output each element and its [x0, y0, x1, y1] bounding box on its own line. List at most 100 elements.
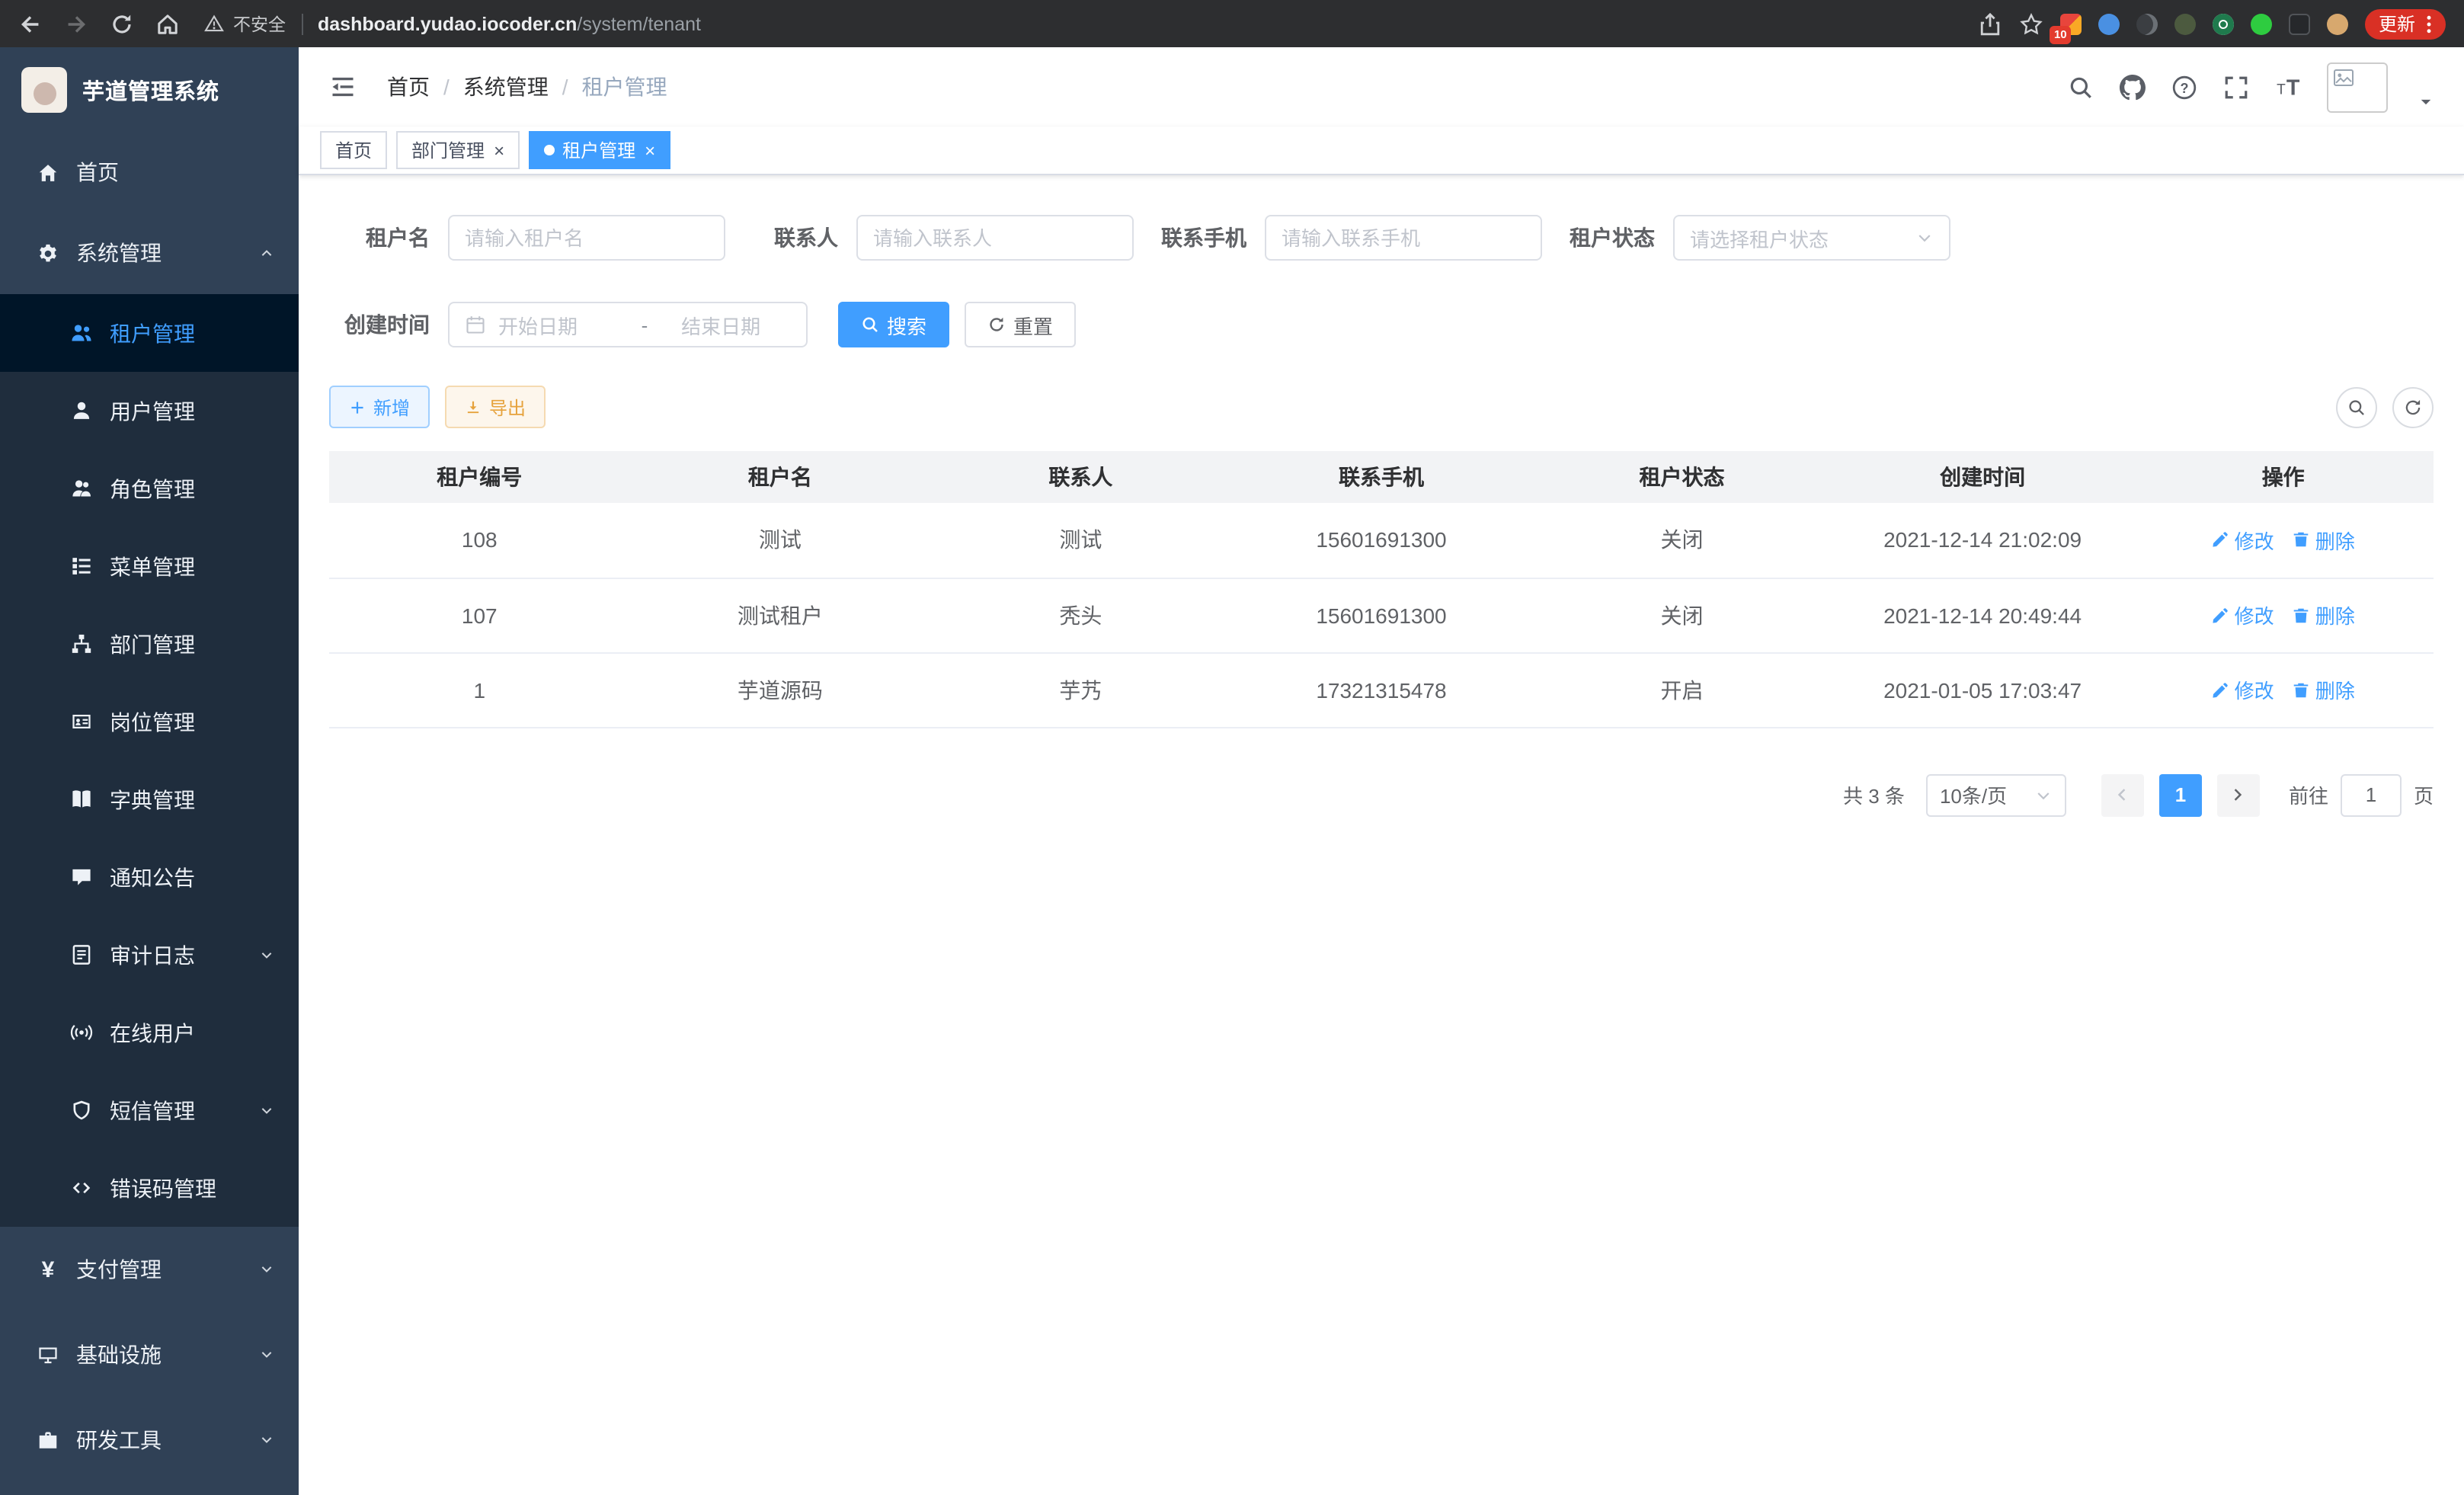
- contact-label: 联系人: [738, 222, 838, 253]
- phone-input[interactable]: [1282, 226, 1525, 249]
- delete-link[interactable]: 删除: [2293, 675, 2355, 704]
- goto-page-input[interactable]: [2341, 773, 2402, 816]
- sidebar-item-error-codes[interactable]: 错误码管理: [0, 1149, 299, 1227]
- close-icon[interactable]: ×: [494, 141, 504, 159]
- page-size-select[interactable]: 10条/页: [1926, 773, 2066, 816]
- share-icon[interactable]: [1978, 11, 2002, 36]
- sidebar-item-online-users[interactable]: 在线用户: [0, 994, 299, 1071]
- extension-icon[interactable]: [2098, 13, 2120, 34]
- id-card-icon: [70, 710, 93, 733]
- svg-text:T: T: [2277, 82, 2286, 98]
- table-row: 107 测试租户 秃头 15601691300 关闭 2021-12-14 20…: [329, 578, 2434, 652]
- url-domain: dashboard.yudao.iocoder.cn: [318, 13, 577, 34]
- refresh-icon[interactable]: [110, 11, 134, 36]
- cell-status: 关闭: [1531, 503, 1832, 578]
- download-icon: [465, 399, 482, 415]
- page-number-current[interactable]: 1: [2159, 773, 2202, 816]
- security-label: 不安全: [233, 11, 286, 36]
- sidebar-item-notices[interactable]: 通知公告: [0, 838, 299, 916]
- extension-icon[interactable]: [2136, 13, 2158, 34]
- avatar[interactable]: [2327, 62, 2388, 112]
- forward-icon[interactable]: [64, 11, 88, 36]
- app-logo[interactable]: 芋道管理系统: [0, 47, 299, 133]
- breadcrumb-home[interactable]: 首页: [387, 72, 430, 102]
- screen: 不安全 dashboard.yudao.iocoder.cn/system/te…: [0, 0, 2464, 1495]
- signal-icon: [70, 1021, 93, 1044]
- status-select[interactable]: 请选择租户状态: [1673, 215, 1950, 261]
- edit-link[interactable]: 修改: [2212, 526, 2274, 555]
- status-label: 租户状态: [1554, 222, 1655, 253]
- tenant-name-input[interactable]: [465, 226, 709, 249]
- sidebar-item-roles[interactable]: 角色管理: [0, 450, 299, 527]
- column-header: 租户编号: [329, 451, 630, 503]
- extension-icon[interactable]: [2251, 13, 2272, 34]
- extension-icon[interactable]: [2213, 13, 2234, 34]
- extension-icon[interactable]: [2174, 13, 2196, 34]
- tab-home[interactable]: 首页: [320, 131, 387, 169]
- refresh-table-button[interactable]: [2392, 386, 2434, 427]
- add-button-label: 新增: [373, 394, 410, 420]
- delete-link[interactable]: 删除: [2293, 526, 2355, 555]
- bookmark-star-icon[interactable]: [2019, 11, 2043, 36]
- sidebar-item-tenant[interactable]: 租户管理: [0, 294, 299, 372]
- sidebar-item-sms[interactable]: 短信管理: [0, 1071, 299, 1149]
- pencil-icon: [2212, 680, 2230, 699]
- sidebar-item-system[interactable]: 系统管理: [0, 212, 299, 294]
- cell-contact: 秃头: [930, 578, 1231, 652]
- breadcrumb-system[interactable]: 系统管理: [463, 72, 549, 102]
- tenant-users-icon: [70, 322, 93, 344]
- edit-link[interactable]: 修改: [2212, 675, 2274, 704]
- chevron-down-icon: [259, 947, 274, 962]
- search-button[interactable]: 搜索: [838, 302, 949, 347]
- contact-input[interactable]: [873, 226, 1117, 249]
- home-icon[interactable]: [155, 11, 180, 36]
- close-icon[interactable]: ×: [645, 141, 655, 159]
- sidebar-item-dictionary[interactable]: 字典管理: [0, 760, 299, 838]
- extension-icon[interactable]: [2289, 13, 2310, 34]
- sidebar-item-home[interactable]: 首页: [0, 133, 299, 212]
- tenant-name-label: 租户名: [329, 222, 430, 253]
- fullscreen-icon[interactable]: [2223, 74, 2249, 100]
- sidebar-item-posts[interactable]: 岗位管理: [0, 683, 299, 760]
- sidebar-item-payments[interactable]: ¥ 支付管理: [0, 1227, 299, 1312]
- extension-icon[interactable]: 10: [2060, 13, 2082, 34]
- edit-link[interactable]: 修改: [2212, 600, 2274, 629]
- cell-created: 2021-12-14 21:02:09: [1832, 503, 2133, 578]
- sidebar-item-label: 部门管理: [110, 629, 195, 659]
- sidebar-item-menus[interactable]: 菜单管理: [0, 527, 299, 605]
- next-page-button[interactable]: [2217, 773, 2260, 816]
- profile-avatar[interactable]: [2327, 13, 2348, 34]
- sidebar-item-dev-tools[interactable]: 研发工具: [0, 1397, 299, 1483]
- svg-text:?: ?: [2180, 80, 2188, 95]
- date-range-picker[interactable]: 开始日期 - 结束日期: [448, 302, 808, 347]
- sidebar-item-audit-log[interactable]: 审计日志: [0, 916, 299, 994]
- shield-icon: [70, 1099, 93, 1122]
- delete-link[interactable]: 删除: [2293, 600, 2355, 629]
- tab-departments[interactable]: 部门管理 ×: [396, 131, 520, 169]
- help-icon[interactable]: ?: [2171, 74, 2197, 100]
- add-button[interactable]: 新增: [329, 386, 430, 428]
- sidebar-item-label: 字典管理: [110, 784, 195, 815]
- tags-view: 首页 部门管理 × 租户管理 ×: [299, 126, 2464, 175]
- sidebar-item-departments[interactable]: 部门管理: [0, 605, 299, 683]
- caret-down-icon[interactable]: [2418, 94, 2434, 109]
- security-warning[interactable]: 不安全: [204, 11, 286, 36]
- toggle-search-button[interactable]: [2336, 386, 2377, 427]
- export-button[interactable]: 导出: [445, 386, 546, 428]
- extension-badge: 10: [2050, 26, 2072, 43]
- url-path: /system/tenant: [577, 13, 701, 34]
- chrome-update-button[interactable]: 更新: [2365, 8, 2446, 39]
- github-icon[interactable]: [2120, 74, 2146, 100]
- reset-button[interactable]: 重置: [965, 302, 1076, 347]
- sidebar-toggle-icon[interactable]: [329, 73, 357, 101]
- font-size-icon[interactable]: TT: [2275, 74, 2301, 100]
- url-bar[interactable]: dashboard.yudao.iocoder.cn/system/tenant: [318, 13, 701, 34]
- sidebar-item-label: 研发工具: [76, 1425, 162, 1455]
- cell-created: 2021-12-14 20:49:44: [1832, 578, 2133, 652]
- sidebar-item-users[interactable]: 用户管理: [0, 372, 299, 450]
- prev-page-button[interactable]: [2101, 773, 2144, 816]
- back-icon[interactable]: [18, 11, 43, 36]
- tab-tenant[interactable]: 租户管理 ×: [529, 131, 670, 169]
- search-icon[interactable]: [2068, 74, 2094, 100]
- sidebar-item-infrastructure[interactable]: 基础设施: [0, 1312, 299, 1397]
